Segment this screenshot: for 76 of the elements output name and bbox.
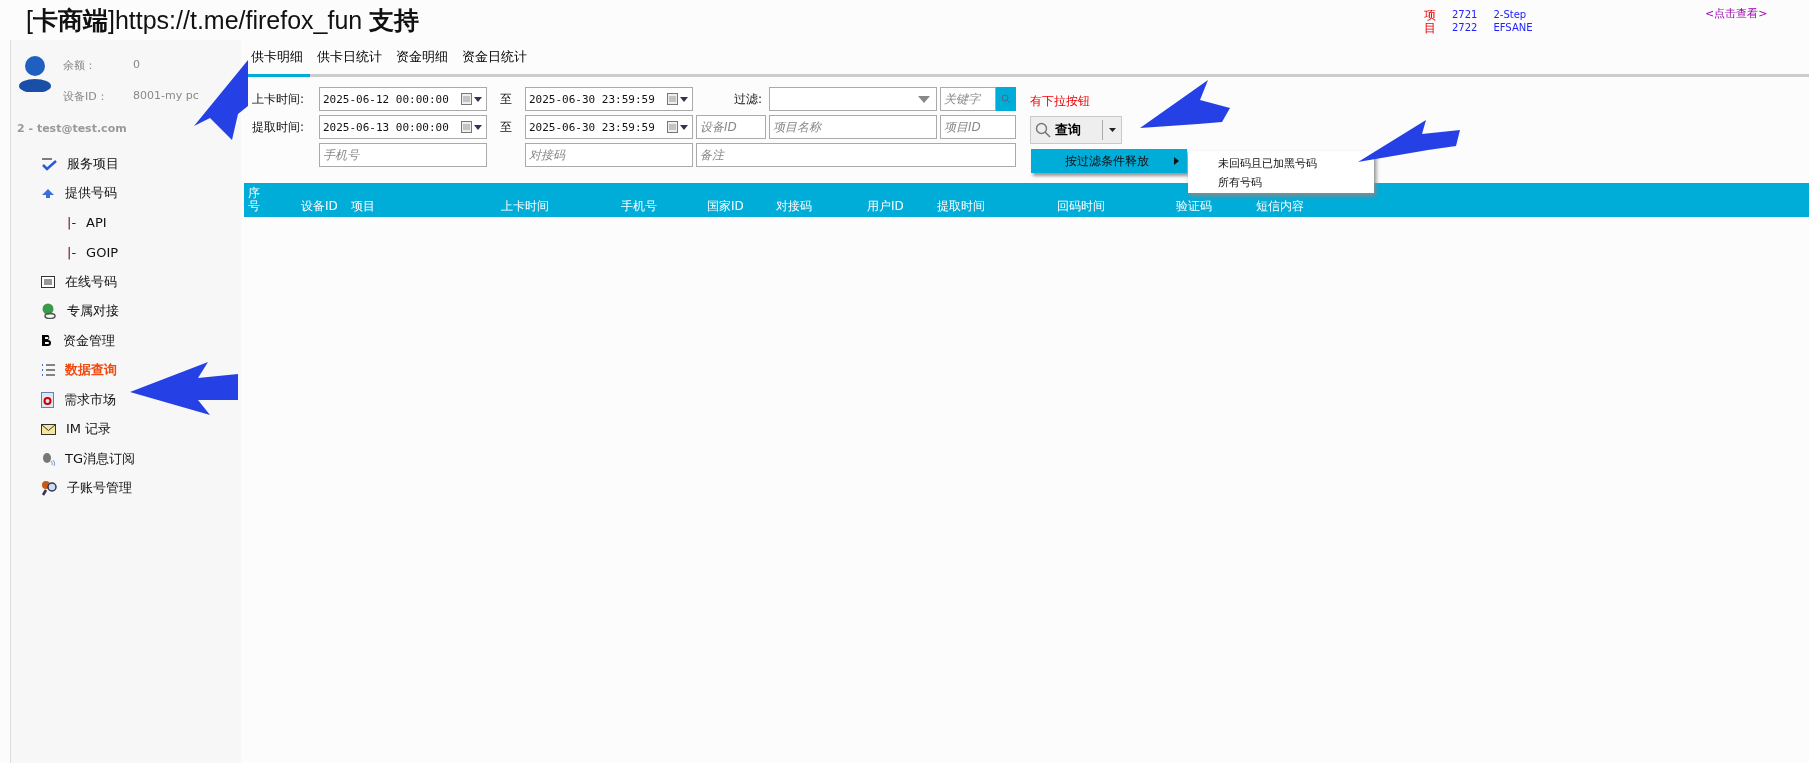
column-header: 国家ID	[707, 200, 745, 213]
view-link[interactable]: <点击查看>	[1705, 6, 1768, 21]
dropdown-caret-icon	[918, 95, 930, 103]
notice-label: 项目	[1424, 7, 1436, 36]
sidebar-item[interactable]: |- GOIP	[11, 237, 241, 267]
check-icon	[41, 156, 57, 171]
sidebar-item[interactable]: IM 记录	[11, 414, 241, 444]
sidebar-item[interactable]: 资金管理	[11, 326, 241, 356]
column-header: 上卡时间	[501, 200, 550, 213]
column-header: 用户ID	[867, 200, 905, 213]
upload-time-label: 上卡时间:	[252, 90, 306, 108]
menu-item[interactable]: 按过滤条件释放	[1031, 149, 1187, 173]
note-field[interactable]: 备注	[696, 143, 1016, 167]
bold-b-icon	[41, 334, 53, 348]
notice-name: EFSANE	[1493, 21, 1533, 34]
sidebar-item[interactable]: 提供号码	[11, 178, 241, 208]
to-label: 至	[499, 90, 513, 108]
to-label: 至	[499, 118, 513, 136]
user-avatar-icon	[17, 54, 53, 92]
search-icon	[1001, 94, 1011, 104]
sidebar-item[interactable]: 子账号管理	[11, 473, 241, 503]
submenu-item[interactable]: 未回码且已加黑号码	[1188, 154, 1374, 173]
balance-label: 余额：	[63, 58, 97, 73]
hint-text: 有下拉按钮	[1030, 93, 1091, 110]
project-name-field[interactable]: 项目名称	[769, 115, 937, 139]
sidebar-item[interactable]: |- API	[11, 208, 241, 238]
device-label: 设备ID：	[63, 89, 109, 104]
column-header: 对接码	[776, 200, 813, 213]
tab[interactable]: 资金日统计	[455, 42, 534, 77]
device-value: 8001-my pc	[133, 89, 199, 104]
calendar-dropdown-icon[interactable]	[461, 121, 483, 133]
sidebar-item[interactable]: 需求市场	[11, 385, 241, 415]
sidebar-item[interactable]: 服务项目	[11, 149, 241, 179]
notice-code: 2721	[1452, 8, 1478, 21]
keyword-search-field[interactable]: 关键字	[940, 87, 996, 111]
list-window-icon	[41, 275, 55, 288]
column-header: 回码时间	[1057, 200, 1106, 213]
sidebar-item[interactable]: 在线号码	[11, 267, 241, 297]
date-field[interactable]: 2025-06-30 23:59:59	[525, 87, 693, 111]
window-title: [卡商端]https://t.me/firefox_fun 支持	[26, 4, 420, 36]
user-account: 2 - test@test.com	[17, 122, 128, 135]
numbered-list-icon	[41, 363, 55, 378]
column-header: 手机号	[621, 200, 658, 213]
speaker-icon	[41, 451, 55, 466]
calendar-dropdown-icon[interactable]	[667, 93, 689, 105]
column-header: 验证码	[1176, 200, 1213, 213]
code-field[interactable]: 对接码	[525, 143, 693, 167]
tab[interactable]: 供卡日统计	[310, 42, 389, 77]
column-header: 短信内容	[1256, 200, 1305, 213]
submenu-item[interactable]: 所有号码	[1188, 173, 1374, 192]
arrow-up-icon	[41, 188, 55, 199]
sidebar-item[interactable]: TG消息订阅	[11, 444, 241, 474]
column-header: 设备ID	[301, 200, 339, 213]
fetch-time-label: 提取时间:	[252, 118, 306, 136]
search-icon	[1035, 122, 1051, 138]
balance-value: 0	[133, 58, 141, 73]
filter-label: 过滤:	[732, 90, 763, 108]
submenu-arrow-icon	[1174, 157, 1179, 165]
calendar-dropdown-icon[interactable]	[461, 93, 483, 105]
column-header: 序号	[248, 186, 260, 213]
sidebar-item[interactable]: 专属对接	[11, 296, 241, 326]
phone-field[interactable]: 手机号	[319, 143, 487, 167]
tab[interactable]: 资金明细	[389, 42, 455, 77]
notice-code: 2722	[1452, 21, 1478, 34]
date-field[interactable]: 2025-06-12 00:00:00	[319, 87, 487, 111]
column-header: 项目	[351, 200, 376, 213]
people-search-icon	[41, 480, 57, 497]
device-id-field[interactable]: 设备ID	[696, 115, 766, 139]
globe-link-icon	[41, 303, 57, 320]
date-field[interactable]: 2025-06-13 00:00:00	[319, 115, 487, 139]
envelope-icon	[41, 423, 56, 435]
column-header: 提取时间	[937, 200, 986, 213]
project-id-field[interactable]: 项目ID	[940, 115, 1016, 139]
notice-name: 2-Step	[1493, 8, 1527, 21]
calendar-dropdown-icon[interactable]	[667, 121, 689, 133]
date-field[interactable]: 2025-06-30 23:59:59	[525, 115, 693, 139]
